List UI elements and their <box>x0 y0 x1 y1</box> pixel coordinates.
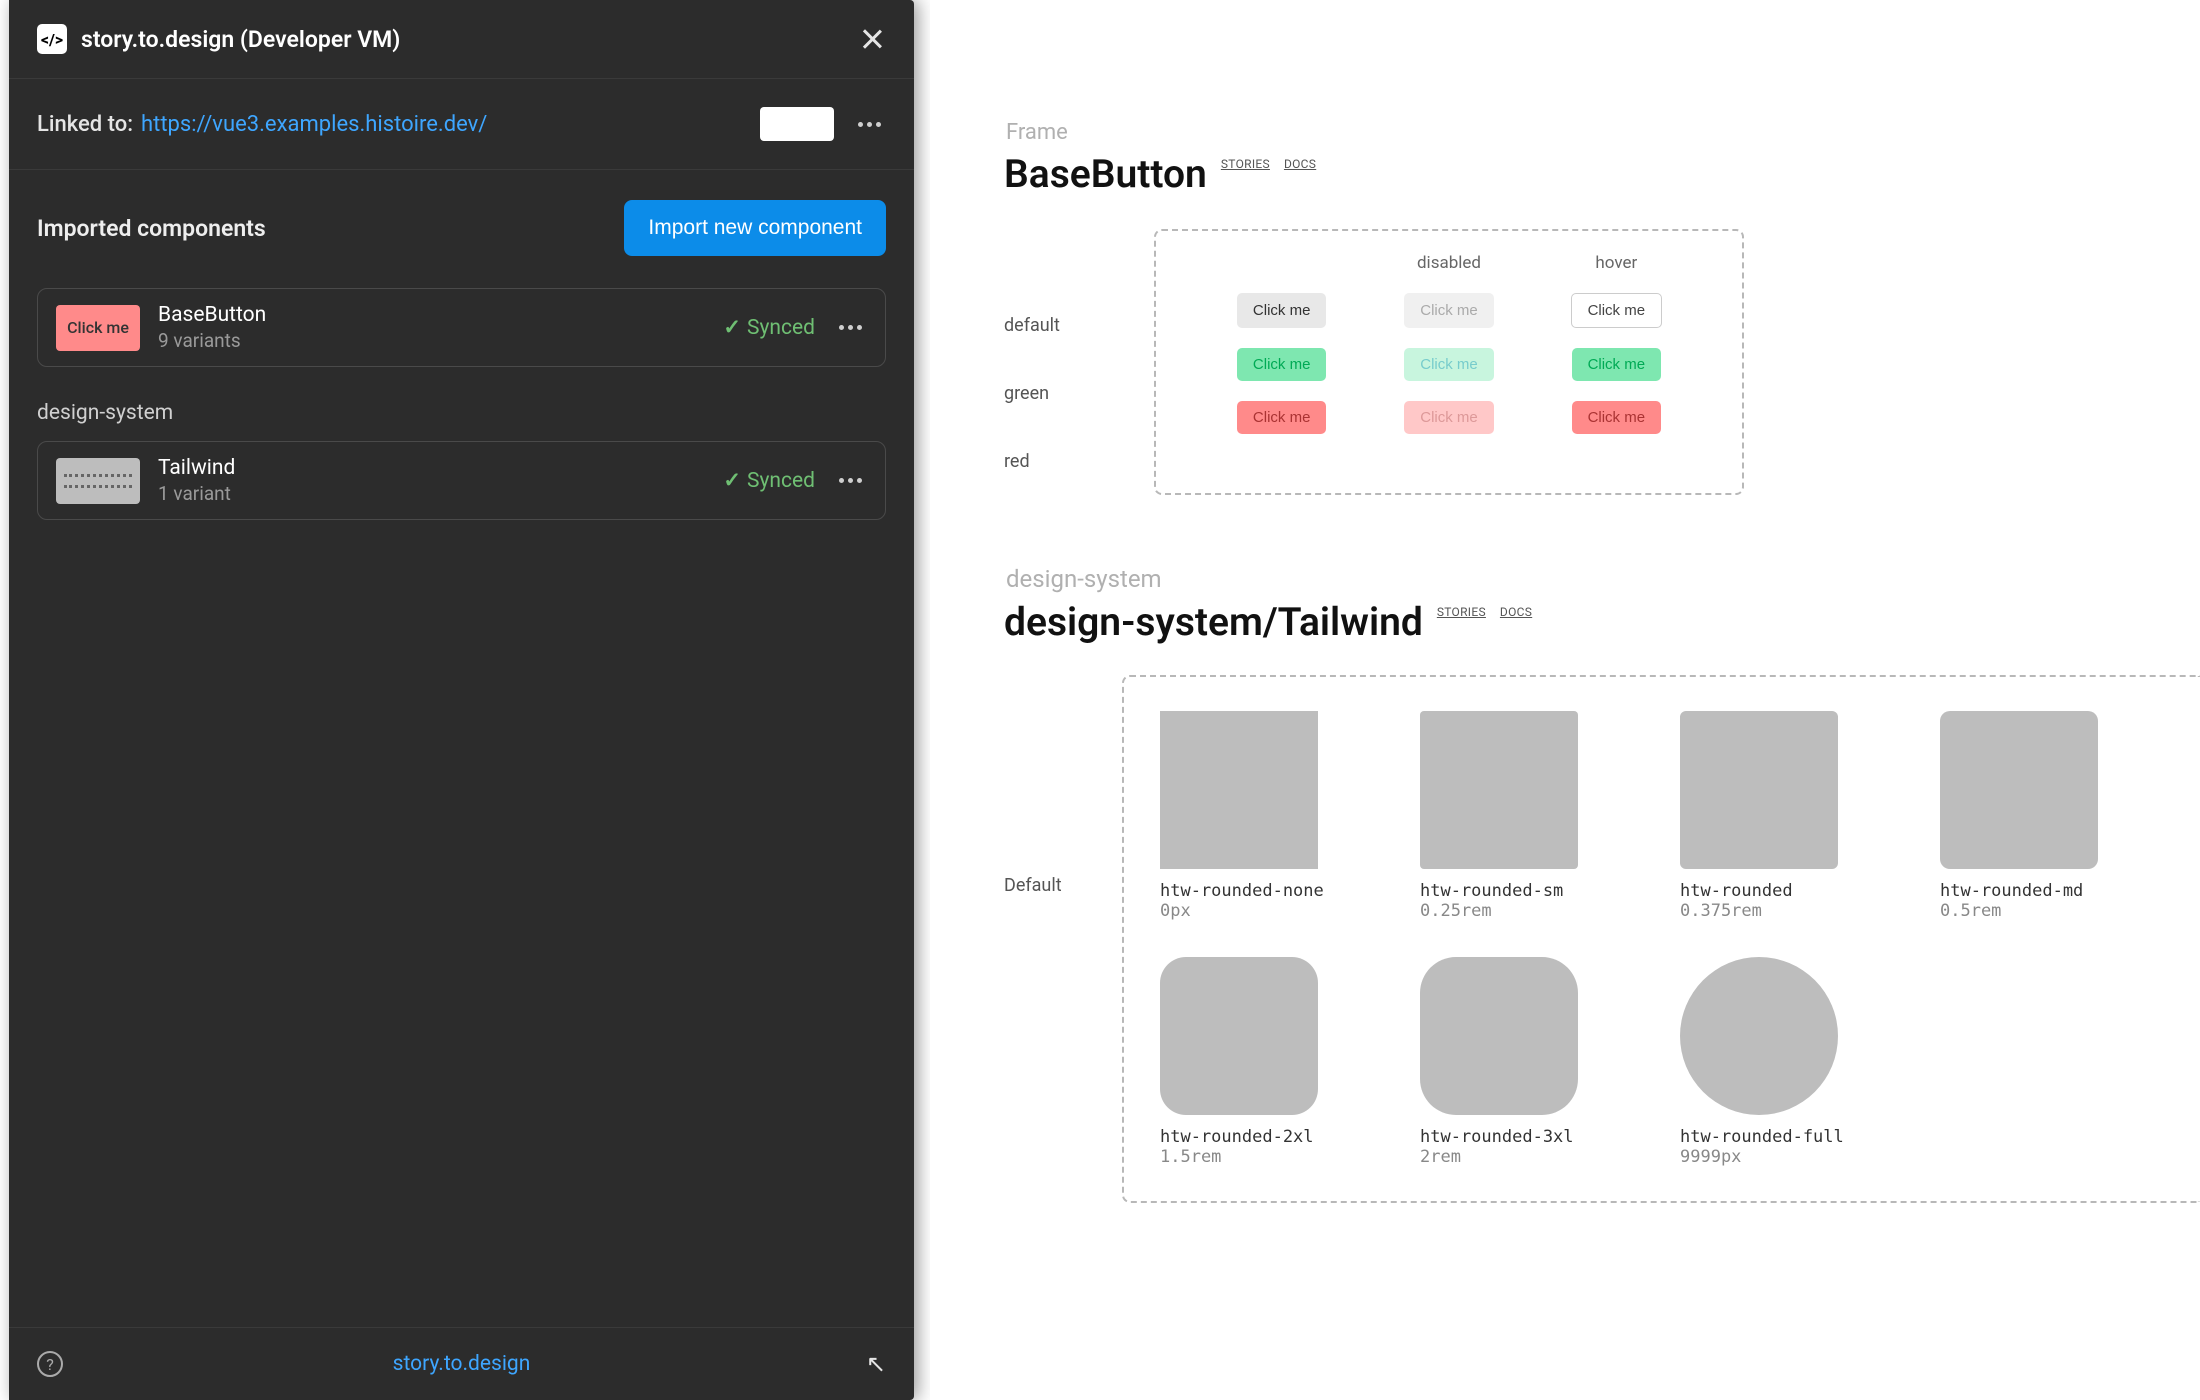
sync-status-text: Synced <box>747 316 815 340</box>
swatch-name: htw-rounded-2xl <box>1160 1127 1420 1147</box>
swatch-value: 0.5rem <box>1940 901 2200 921</box>
variant-red-disabled[interactable]: Click me <box>1404 401 1494 434</box>
linked-url-link[interactable]: https://vue3.examples.histoire.dev/ <box>141 112 487 137</box>
swatch-value: 0px <box>1160 901 1420 921</box>
plugin-panel: </> story.to.design (Developer VM) Linke… <box>9 0 914 1400</box>
footer-brand-link[interactable]: story.to.design <box>393 1352 531 1376</box>
row-label-default: default <box>1004 291 1154 359</box>
swatch-shape <box>1940 711 2098 869</box>
swatch-name: htw-rounded-sm <box>1420 881 1680 901</box>
swatch-name: htw-rounded <box>1680 881 1940 901</box>
basebutton-variant-grid[interactable]: disabled hover Click me Click me Click m… <box>1154 229 1744 495</box>
row-label-red: red <box>1004 427 1154 495</box>
sync-status-badge: Synced <box>723 468 815 493</box>
swatch-htw-rounded-full[interactable]: htw-rounded-full9999px <box>1680 957 1940 1167</box>
component-more-menu[interactable] <box>833 478 867 483</box>
tailwind-frame-title[interactable]: design-system/Tailwind <box>1004 599 1423 645</box>
swatch-shape <box>1680 957 1838 1115</box>
variant-green[interactable]: Click me <box>1237 348 1327 381</box>
basebutton-matrix: default green red disabled hover Click m… <box>1004 229 2200 495</box>
swatch-name: htw-rounded-3xl <box>1420 1127 1680 1147</box>
component-name: BaseButton <box>158 303 266 327</box>
component-variants-count: 9 variants <box>158 329 266 352</box>
help-icon[interactable]: ? <box>37 1351 63 1377</box>
swatch-shape <box>1420 957 1578 1115</box>
design-system-group-label[interactable]: design-system <box>1006 565 2200 593</box>
link-action-button[interactable] <box>760 107 834 141</box>
check-icon <box>723 468 741 493</box>
col-header-hover: hover <box>1533 253 1700 273</box>
component-group-label: design-system <box>9 385 914 431</box>
swatch-htw-rounded-2xl[interactable]: htw-rounded-2xl1.5rem <box>1160 957 1420 1167</box>
swatch-value: 0.25rem <box>1420 901 1680 921</box>
sync-status-badge: Synced <box>723 315 815 340</box>
swatch-shape <box>1160 957 1318 1115</box>
basebutton-frame-title[interactable]: BaseButton <box>1004 151 1207 197</box>
swatch-name: htw-rounded-full <box>1680 1127 1940 1147</box>
variant-green-disabled[interactable]: Click me <box>1404 348 1494 381</box>
docs-link[interactable]: DOCS <box>1500 605 1532 619</box>
swatch-name: htw-rounded-md <box>1940 881 2200 901</box>
variant-red-hover[interactable]: Click me <box>1572 401 1662 434</box>
component-name: Tailwind <box>158 456 235 480</box>
swatch-htw-rounded-3xl[interactable]: htw-rounded-3xl2rem <box>1420 957 1680 1167</box>
swatch-value: 9999px <box>1680 1147 1940 1167</box>
figma-canvas[interactable]: Frame BaseButton STORIES DOCS default gr… <box>930 0 2200 1400</box>
component-card-tailwind[interactable]: Tailwind 1 variant Synced <box>37 441 886 520</box>
swatch-shape <box>1680 711 1838 869</box>
variant-default[interactable]: Click me <box>1237 293 1327 328</box>
swatch-htw-rounded-none[interactable]: htw-rounded-none0px <box>1160 711 1420 921</box>
expand-icon[interactable]: ↗ <box>866 1350 886 1378</box>
panel-footer: ? story.to.design ↗ <box>9 1327 914 1400</box>
swatch-htw-rounded[interactable]: htw-rounded0.375rem <box>1680 711 1940 921</box>
check-icon <box>723 315 741 340</box>
swatch-shape <box>1160 711 1318 869</box>
app-icon: </> <box>37 24 67 54</box>
component-variants-count: 1 variant <box>158 482 235 505</box>
variant-default-hover[interactable]: Click me <box>1571 293 1663 328</box>
swatch-value: 2rem <box>1420 1147 1680 1167</box>
swatch-htw-rounded-sm[interactable]: htw-rounded-sm0.25rem <box>1420 711 1680 921</box>
frame-label[interactable]: Frame <box>1006 120 2200 145</box>
imported-components-title: Imported components <box>37 215 266 242</box>
import-new-component-button[interactable]: Import new component <box>624 200 886 256</box>
swatch-shape <box>1420 711 1578 869</box>
panel-title: story.to.design (Developer VM) <box>81 26 400 53</box>
panel-header: </> story.to.design (Developer VM) <box>9 0 914 79</box>
tailwind-variant-grid[interactable]: htw-rounded-none0pxhtw-rounded-sm0.25rem… <box>1122 675 2200 1203</box>
link-more-menu[interactable] <box>852 122 886 127</box>
row-label-default: Default <box>1004 675 1122 1203</box>
variant-red[interactable]: Click me <box>1237 401 1327 434</box>
docs-link[interactable]: DOCS <box>1284 157 1316 171</box>
variant-default-disabled[interactable]: Click me <box>1404 293 1494 328</box>
component-card-basebutton[interactable]: Click me BaseButton 9 variants Synced <box>37 288 886 367</box>
swatch-value: 1.5rem <box>1160 1147 1420 1167</box>
row-label-green: green <box>1004 359 1154 427</box>
swatch-value: 0.375rem <box>1680 901 1940 921</box>
stories-link[interactable]: STORIES <box>1437 605 1486 619</box>
linked-to-label: Linked to: <box>37 112 133 137</box>
sync-status-text: Synced <box>747 469 815 493</box>
component-thumb <box>56 458 140 504</box>
component-thumb: Click me <box>56 305 140 351</box>
tailwind-matrix: Default htw-rounded-none0pxhtw-rounded-s… <box>1004 675 2200 1203</box>
linked-row: Linked to: https://vue3.examples.histoir… <box>9 79 914 170</box>
imported-header-row: Imported components Import new component <box>9 170 914 278</box>
swatch-htw-rounded-md[interactable]: htw-rounded-md0.5rem <box>1940 711 2200 921</box>
close-icon[interactable] <box>858 25 886 53</box>
component-more-menu[interactable] <box>833 325 867 330</box>
variant-green-hover[interactable]: Click me <box>1572 348 1662 381</box>
col-header-disabled: disabled <box>1365 253 1532 273</box>
stories-link[interactable]: STORIES <box>1221 157 1270 171</box>
swatch-name: htw-rounded-none <box>1160 881 1420 901</box>
